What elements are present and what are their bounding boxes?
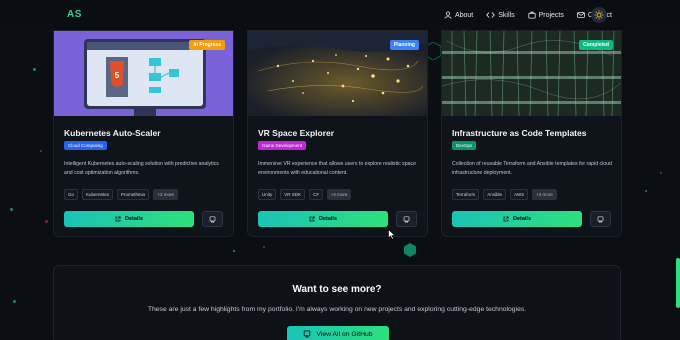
github-icon <box>304 330 311 338</box>
user-icon <box>444 11 452 19</box>
details-label: Details <box>318 216 338 222</box>
project-title: VR Space Explorer <box>258 128 335 138</box>
svg-text:5: 5 <box>115 71 120 80</box>
category-badge: Cloud Computing <box>64 141 107 150</box>
github-button-label: View All on GitHub <box>316 330 373 338</box>
see-more-section: Want to see more? These are just a few h… <box>53 265 621 340</box>
tech-tag: VR SDK <box>280 189 306 200</box>
tech-tag: Kubernetes <box>82 189 114 200</box>
github-button[interactable] <box>590 211 611 227</box>
nav-item-projects[interactable]: Projects <box>527 11 564 19</box>
more-tags-badge: +2 more <box>326 189 352 200</box>
tech-tag: Terraform <box>452 189 480 200</box>
github-button[interactable] <box>202 211 223 227</box>
github-button[interactable] <box>396 211 417 227</box>
mail-icon <box>577 12 585 18</box>
project-card: 5 In Progress Kubernetes Auto-Scaler Clo… <box>53 30 234 237</box>
tech-tag: Go <box>64 189 79 200</box>
nav-menu: About Skills Projects Contact <box>444 0 612 30</box>
project-description: Collection of reusable Terraform and Ans… <box>452 161 612 176</box>
tech-tags: Go Kubernetes Prometheus +2 more <box>64 189 178 200</box>
category-badge: DevOps <box>452 141 477 150</box>
github-icon <box>209 215 216 223</box>
external-link-icon <box>503 216 509 222</box>
tech-tag: Unity <box>258 189 277 200</box>
section-title: Want to see more? <box>292 284 382 295</box>
nav-label: About <box>454 11 474 19</box>
top-navbar: AS About Skills Projects Contact <box>0 0 680 30</box>
tech-tags: Unity VR SDK C# +2 more <box>258 189 352 200</box>
tech-tag: Prometheus <box>117 189 150 200</box>
code-icon <box>486 12 496 18</box>
github-icon <box>403 215 410 223</box>
project-title: Kubernetes Auto-Scaler <box>64 128 161 138</box>
theme-toggle-button[interactable] <box>591 7 607 23</box>
view-github-button[interactable]: View All on GitHub <box>287 326 389 340</box>
status-badge: Completed <box>579 40 613 50</box>
status-badge: Planning <box>389 40 419 50</box>
mouse-cursor-icon <box>388 229 396 240</box>
nav-item-about[interactable]: About <box>444 11 473 19</box>
details-button[interactable]: Details <box>258 211 388 227</box>
details-label: Details <box>512 216 532 222</box>
project-card: Completed Infrastructure as Code Templat… <box>441 30 622 237</box>
tech-tag: Ansible <box>483 189 507 200</box>
project-description: Intelligent Kubernetes auto-scaling solu… <box>64 161 219 176</box>
tech-tag: C# <box>309 189 323 200</box>
scroll-indicator[interactable] <box>676 258 680 308</box>
nav-item-skills[interactable]: Skills <box>486 11 515 19</box>
details-button[interactable]: Details <box>64 211 194 227</box>
section-text: These are just a few highlights from my … <box>147 306 527 313</box>
more-tags-badge: +3 more <box>532 189 557 200</box>
category-badge: Game Development <box>258 141 307 150</box>
project-title: Infrastructure as Code Templates <box>452 128 587 138</box>
nav-label: Skills <box>498 11 515 19</box>
external-link-icon <box>309 216 315 222</box>
site-logo[interactable]: AS <box>67 9 82 20</box>
project-description: Immersive VR experience that allows user… <box>258 161 416 176</box>
details-button[interactable]: Details <box>452 211 582 227</box>
tech-tags: Terraform Ansible AWS +3 more <box>452 189 557 200</box>
nav-label: Projects <box>538 11 564 19</box>
sun-icon <box>594 10 604 20</box>
details-label: Details <box>124 216 144 222</box>
tech-tag: AWS <box>510 189 529 200</box>
hexagon-decoration <box>404 243 416 257</box>
github-icon <box>597 215 604 223</box>
status-badge: In Progress <box>189 40 225 50</box>
briefcase-icon <box>527 11 536 19</box>
external-link-icon <box>115 216 121 222</box>
more-tags-badge: +2 more <box>153 189 178 200</box>
project-card: Planning VR Space Explorer Game Developm… <box>247 30 428 237</box>
